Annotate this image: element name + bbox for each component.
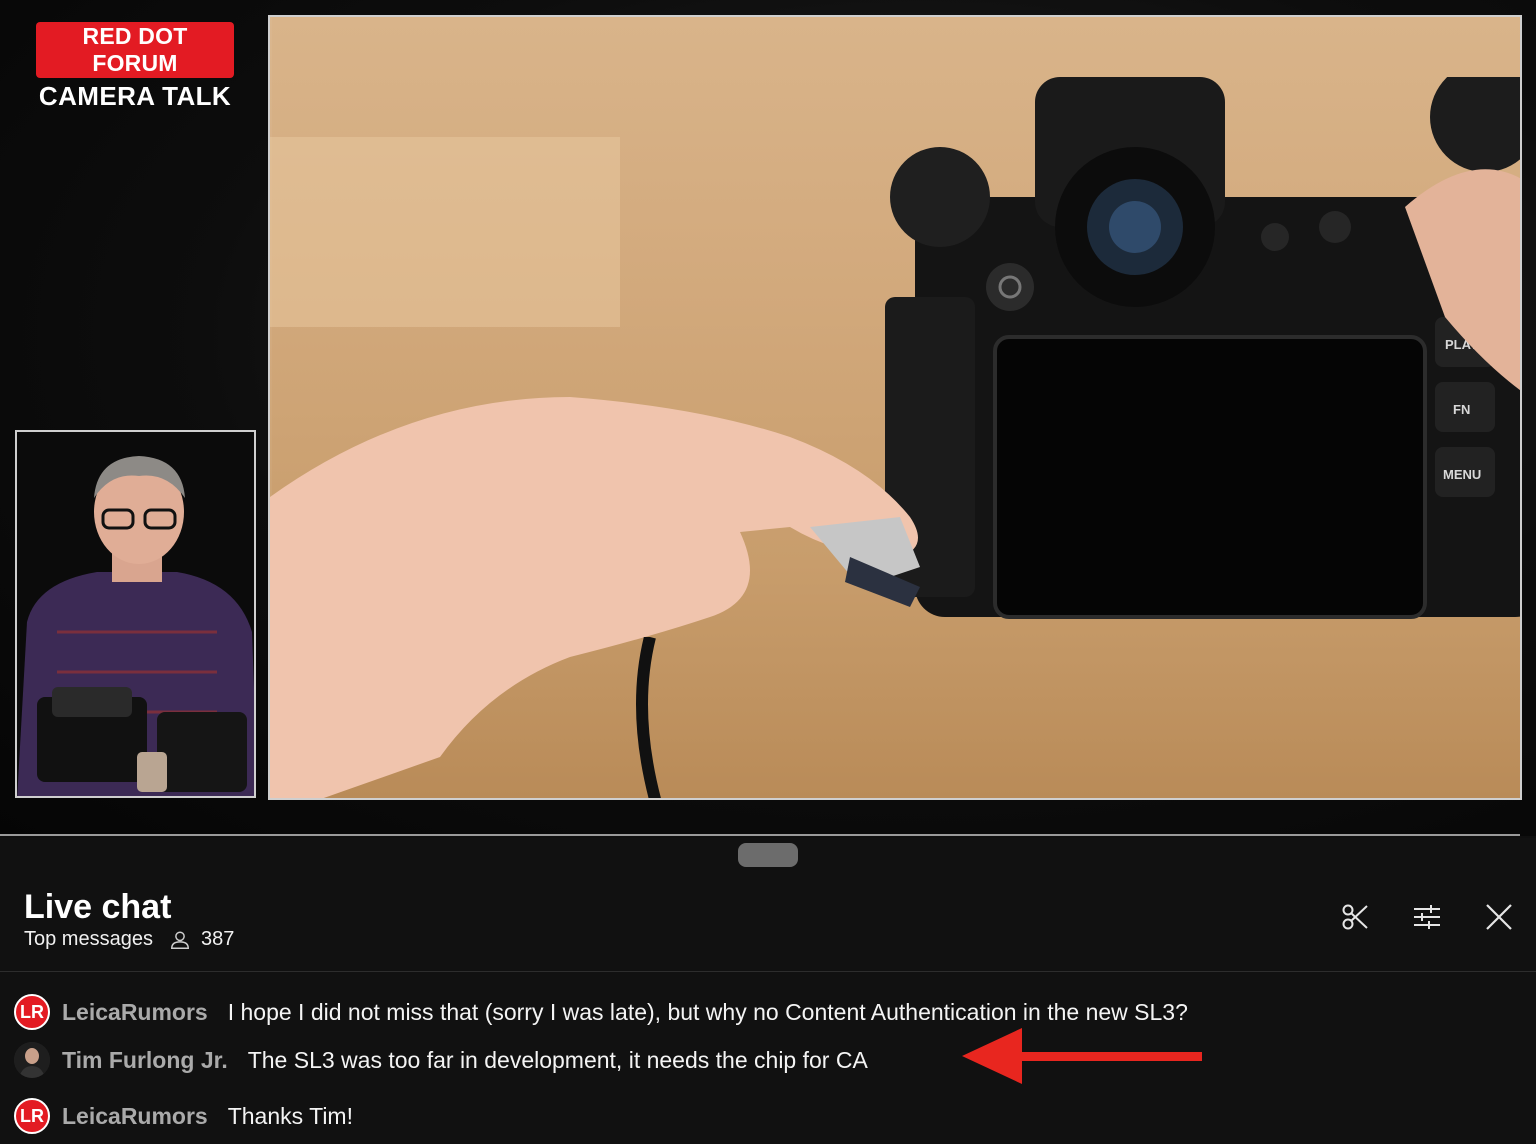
logo-line-2: CAMERA TALK [38,81,232,111]
author-avatar[interactable]: LR [14,994,50,1030]
chat-message[interactable]: Tim Furlong Jr. The SL3 was too far in d… [14,1042,868,1078]
annotation-arrow [962,1028,1202,1084]
message-author[interactable]: LeicaRumors [62,1103,208,1130]
message-text: Thanks Tim! [227,1102,353,1129]
main-camera-feed: PLAY FN MENU [268,15,1522,800]
author-photo [14,1042,50,1078]
chat-header: Live chat Top messages 387 [0,868,1536,972]
chat-header-actions [1340,902,1514,932]
video-player[interactable]: RED DOT FORUM CAMERA TALK PLAY FN MENU [0,0,1536,836]
message-author[interactable]: Tim Furlong Jr. [62,1047,228,1074]
message-author[interactable]: LeicaRumors [62,999,208,1026]
progress-divider [0,834,1520,836]
presenter-illustration [17,432,254,796]
chat-message[interactable]: LR LeicaRumors I hope I did not miss tha… [14,994,1188,1030]
chat-title: Live chat [24,888,172,926]
show-logo: RED DOT FORUM CAMERA TALK [36,22,234,112]
menu-button-label: MENU [1443,467,1481,482]
fn-button-label: FN [1453,402,1470,417]
usb-cable [636,637,661,798]
clip-button[interactable] [1340,902,1370,932]
chat-message[interactable]: LR LeicaRumors Thanks Tim! [14,1098,353,1134]
table-surface [270,137,620,327]
close-chat-button[interactable] [1484,902,1514,932]
top-messages-dropdown[interactable]: Top messages [24,928,153,951]
presenter-pip-video [15,430,256,798]
viewer-count: 387 [200,928,235,950]
panel-drag-handle[interactable] [738,843,798,867]
settings-sliders-icon [1414,905,1440,929]
author-avatar[interactable] [14,1042,50,1078]
message-text: The SL3 was too far in development, it n… [247,1046,868,1073]
presenter-hand [270,397,920,798]
message-text: I hope I did not miss that (sorry I was … [227,998,1188,1025]
chat-settings-button[interactable] [1412,902,1442,932]
viewers-icon [170,930,189,949]
logo-line-1: RED DOT FORUM [36,22,234,78]
chat-subheader: Top messages 387 [24,928,234,951]
clip-icon [1342,904,1368,930]
author-avatar[interactable]: LR [14,1098,50,1134]
live-chat-panel: Live chat Top messages 387 LR LeicaRumor… [0,838,1536,1144]
close-icon [1486,904,1512,930]
